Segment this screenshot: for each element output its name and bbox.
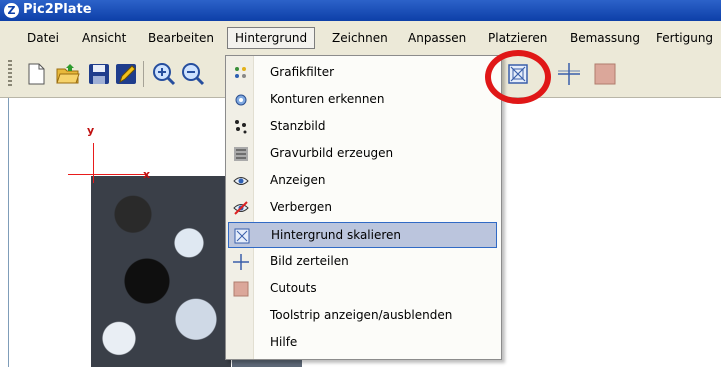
cutouts-icon <box>233 281 249 297</box>
menu-item-label: Hilfe <box>270 335 298 349</box>
menu-item-label: Cutouts <box>270 281 317 295</box>
x-axis-line <box>68 174 146 175</box>
save-icon[interactable] <box>87 62 111 86</box>
menu-item-konturen-erkennen[interactable]: Konturen erkennen <box>228 87 497 113</box>
window-title: Pic2Plate <box>23 2 92 17</box>
punch-image-icon <box>233 119 249 135</box>
split-image-icon[interactable] <box>557 62 581 86</box>
menu-item-grafikfilter[interactable]: Grafikfilter <box>228 60 497 86</box>
menu-item-label: Stanzbild <box>270 119 326 133</box>
menu-item-label: Bild zerteilen <box>270 254 349 268</box>
y-axis-label: y <box>87 124 95 137</box>
y-axis-line <box>93 143 94 183</box>
open-folder-icon[interactable] <box>56 62 80 86</box>
menu-item-stanzbild[interactable]: Stanzbild <box>228 114 497 140</box>
hide-eye-icon <box>233 200 249 216</box>
hintergrund-dropdown-menu: Grafikfilter Konturen erkennen Stanzbild… <box>225 55 502 360</box>
split-image-icon <box>233 254 249 270</box>
menu-fertigung[interactable]: Fertigung <box>656 29 713 47</box>
menu-item-label: Grafikfilter <box>270 65 335 79</box>
edit-pencil-icon[interactable] <box>114 62 138 86</box>
toolbar-grip[interactable] <box>8 60 12 88</box>
cutouts-icon[interactable] <box>593 62 617 86</box>
menu-bar: Datei Ansicht Bearbeiten Hintergrund Zei… <box>0 21 721 52</box>
menu-item-label: Gravurbild erzeugen <box>270 146 394 160</box>
menu-item-label: Anzeigen <box>270 173 326 187</box>
show-eye-icon <box>233 173 249 189</box>
menu-bemassung[interactable]: Bemassung <box>570 29 640 47</box>
menu-item-label: Konturen erkennen <box>270 92 385 106</box>
menu-anpassen[interactable]: Anpassen <box>408 29 466 47</box>
menu-zeichnen[interactable]: Zeichnen <box>332 29 388 47</box>
menu-datei[interactable]: Datei <box>27 29 59 47</box>
menu-item-label: Verbergen <box>270 200 332 214</box>
menu-item-hintergrund-skalieren[interactable]: Hintergrund skalieren <box>228 222 497 248</box>
menu-platzieren[interactable]: Platzieren <box>488 29 547 47</box>
graphic-filter-icon <box>233 65 249 81</box>
menu-ansicht[interactable]: Ansicht <box>82 29 126 47</box>
menu-item-hilfe[interactable]: Hilfe <box>228 330 497 356</box>
menu-item-cutouts[interactable]: Cutouts <box>228 276 497 302</box>
title-bar: Z Pic2Plate <box>0 0 721 21</box>
scale-background-icon <box>234 228 250 244</box>
x-axis-label: x <box>143 168 151 181</box>
pic2plate-logo-icon: Z <box>4 3 19 18</box>
menu-item-bild-zerteilen[interactable]: Bild zerteilen <box>228 249 497 275</box>
background-image <box>91 176 231 367</box>
menu-item-gravurbild-erzeugen[interactable]: Gravurbild erzeugen <box>228 141 497 167</box>
annotation-circle <box>485 50 551 104</box>
engrave-image-icon <box>233 146 249 162</box>
toolbar-separator <box>143 61 144 87</box>
menu-item-verbergen[interactable]: Verbergen <box>228 195 497 221</box>
menu-hintergrund[interactable]: Hintergrund <box>227 27 316 49</box>
menu-item-toolstrip[interactable]: Toolstrip anzeigen/ausblenden <box>228 303 497 329</box>
zoom-out-icon[interactable] <box>181 62 205 86</box>
detect-contours-icon <box>233 92 249 108</box>
menu-bearbeiten[interactable]: Bearbeiten <box>148 29 214 47</box>
zoom-in-icon[interactable] <box>152 62 176 86</box>
menu-item-label: Toolstrip anzeigen/ausblenden <box>270 308 453 322</box>
menu-item-anzeigen[interactable]: Anzeigen <box>228 168 497 194</box>
menu-item-label: Hintergrund skalieren <box>271 228 402 242</box>
new-document-icon[interactable] <box>24 62 48 86</box>
